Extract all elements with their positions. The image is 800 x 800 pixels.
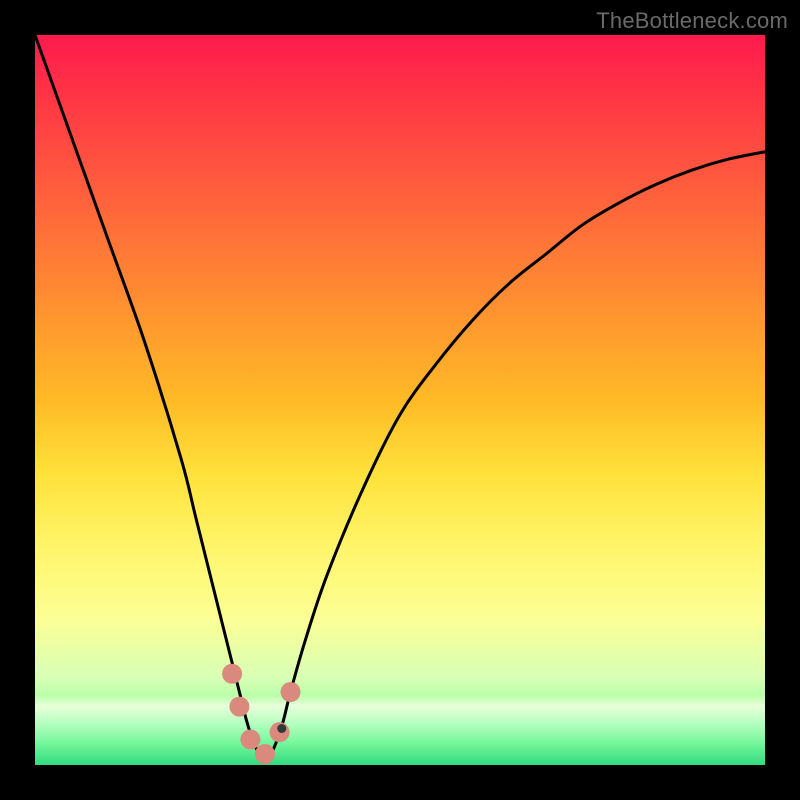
chart-plot-area bbox=[35, 35, 765, 765]
bottleneck-curve-path bbox=[35, 35, 765, 760]
chart-svg bbox=[35, 35, 765, 765]
marker-dot bbox=[277, 724, 286, 733]
bottleneck-curve bbox=[35, 35, 765, 760]
marker-left-upper bbox=[222, 664, 242, 684]
marker-right-upper bbox=[281, 682, 301, 702]
watermark-text: TheBottleneck.com bbox=[596, 8, 788, 34]
chart-outer-frame: TheBottleneck.com bbox=[0, 0, 800, 800]
marker-left-mid bbox=[229, 697, 249, 717]
marker-bottom bbox=[255, 744, 275, 764]
chart-markers bbox=[222, 664, 300, 764]
marker-left-lower bbox=[240, 729, 260, 749]
